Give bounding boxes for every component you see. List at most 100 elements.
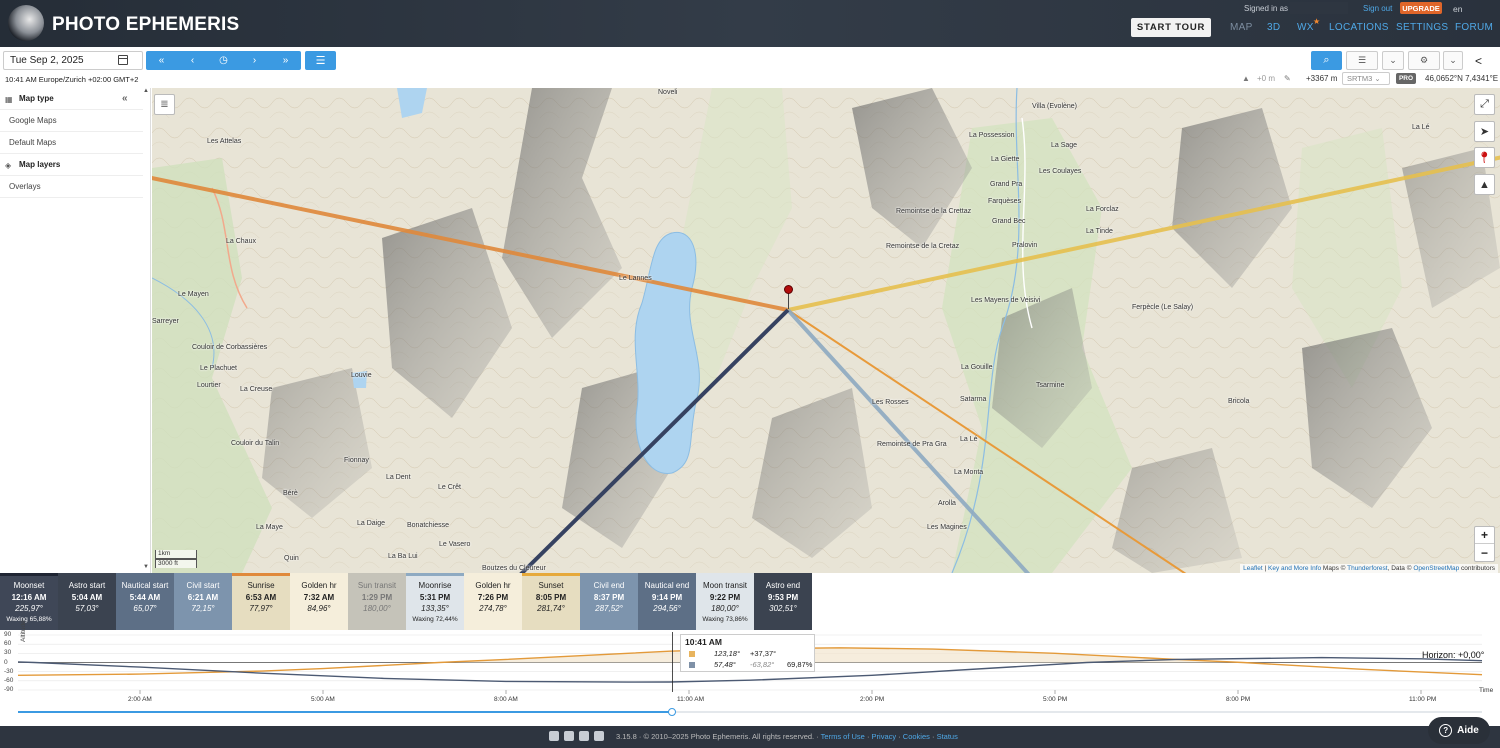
event-tile[interactable]: Moonset 12:16 AM 225,97° Waxing 65,88% xyxy=(0,573,58,630)
user-name[interactable] xyxy=(1290,2,1348,14)
event-tile[interactable]: Sunrise 6:53 AM 77,97° xyxy=(232,573,290,630)
thunderforest-link[interactable]: Thunderforest xyxy=(1347,565,1387,572)
zoom-in-button[interactable]: + xyxy=(1475,527,1494,544)
start-tour-button[interactable]: START TOUR xyxy=(1131,18,1211,37)
elevation-offset-icon[interactable]: ▲ xyxy=(1242,74,1250,83)
language-selector[interactable]: en xyxy=(1453,4,1462,14)
now-clock-button[interactable]: ◷ xyxy=(208,51,239,70)
place-label: Fionnay xyxy=(344,457,369,464)
event-tile[interactable]: Sunset 8:05 PM 281,74° xyxy=(522,573,580,630)
event-time: 12:16 AM xyxy=(11,592,47,602)
panel-map-type[interactable]: ▦ Map type « xyxy=(0,88,143,110)
next-day-button[interactable]: » xyxy=(270,51,301,70)
mastodon-icon[interactable] xyxy=(549,731,559,741)
place-label: Arolla xyxy=(938,500,956,507)
locate-arrow-icon[interactable]: ➤ xyxy=(1474,121,1495,142)
event-time: 5:31 PM xyxy=(419,592,451,602)
event-tile[interactable]: Golden hr 7:32 AM 84,96° xyxy=(290,573,348,630)
panel-default-maps[interactable]: Default Maps xyxy=(0,132,143,154)
place-label: La Gouille xyxy=(961,364,993,371)
search-button[interactable]: ⌕ xyxy=(1311,51,1342,70)
dem-source-label: SRTM3 xyxy=(1347,74,1373,83)
nav-locations[interactable]: LOCATIONS xyxy=(1329,22,1389,33)
x-tick-label: 5:00 PM xyxy=(1043,696,1068,703)
drop-pin-icon[interactable]: 📍︎ xyxy=(1474,147,1495,168)
place-label: La Maye xyxy=(256,524,283,531)
y-axis-label: Altitude xyxy=(20,620,27,642)
scroll-down-icon[interactable]: ▼ xyxy=(143,564,149,570)
event-tile[interactable]: Nautical end 9:14 PM 294,56° xyxy=(638,573,696,630)
settings-dropdown-chevron-icon[interactable]: ⌄ xyxy=(1443,51,1463,70)
location-pin-icon[interactable] xyxy=(784,285,793,294)
event-azimuth: 180,00° xyxy=(711,604,739,613)
cookies-link[interactable]: Cookies xyxy=(903,732,930,741)
nav-settings[interactable]: SETTINGS xyxy=(1396,22,1448,33)
privacy-link[interactable]: Privacy xyxy=(872,732,897,741)
event-name: Civil start xyxy=(186,581,220,590)
settings-gear-icon[interactable]: ⚙ xyxy=(1408,51,1440,70)
facebook-icon[interactable] xyxy=(564,731,574,741)
scale-metric: 1km xyxy=(155,550,197,559)
osm-link[interactable]: OpenStreetMap xyxy=(1413,565,1459,572)
calendar-icon[interactable] xyxy=(118,55,128,65)
event-tile[interactable]: Nautical start 5:44 AM 65,07° xyxy=(116,573,174,630)
help-label: Aide xyxy=(1457,725,1479,736)
collapse-panel-icon[interactable]: « xyxy=(122,93,128,104)
previous-day-button[interactable]: « xyxy=(146,51,177,70)
upgrade-button[interactable]: UPGRADE xyxy=(1400,2,1442,14)
event-tile[interactable]: Astro end 9:53 PM 302,51° xyxy=(754,573,812,630)
event-tile[interactable]: Civil end 8:37 PM 287,52° xyxy=(580,573,638,630)
y-tick-label: 90 xyxy=(4,631,12,638)
altitude-chart[interactable]: Altitude 90 60 30 0 -30 -60 -90 2:00 AM 5:00 AM… xyxy=(0,620,1500,720)
event-azimuth: 72,15° xyxy=(191,604,215,613)
sign-out-link[interactable]: Sign out xyxy=(1363,4,1392,13)
event-name: Nautical start xyxy=(121,581,169,590)
panel-google-maps[interactable]: Google Maps xyxy=(0,110,143,132)
nav-map[interactable]: MAP xyxy=(1230,22,1253,33)
edit-pencil-icon[interactable]: ✎ xyxy=(1284,74,1291,83)
chart-tooltip: 10:41 AM 123,18° +37,37° 57,48° -63,82° … xyxy=(680,634,815,672)
vimeo-icon[interactable] xyxy=(594,731,604,741)
status-link[interactable]: Status xyxy=(937,732,958,741)
fullscreen-icon[interactable]: ⤢ xyxy=(1474,94,1495,115)
event-time: 9:22 PM xyxy=(709,592,741,602)
help-button[interactable]: ? Aide xyxy=(1428,717,1490,744)
zoom-out-button[interactable]: − xyxy=(1475,544,1494,561)
event-tile[interactable]: Moonrise 5:31 PM 133,35° Waxing 72,44% xyxy=(406,573,464,630)
list-view-button[interactable]: ☰ xyxy=(305,51,336,70)
sun-swatch-icon xyxy=(689,651,695,657)
tooltip-moon-row: 57,48° -63,82° 69,87% xyxy=(681,660,814,671)
event-name: Sunset xyxy=(538,581,564,590)
leaflet-link[interactable]: Leaflet xyxy=(1243,565,1263,572)
nav-forum[interactable]: FORUM xyxy=(1455,22,1493,33)
terms-link[interactable]: Terms of Use xyxy=(821,732,865,741)
app-logo-icon[interactable] xyxy=(8,5,44,41)
previous-step-button[interactable]: ‹ xyxy=(177,51,208,70)
scroll-up-icon[interactable]: ▲ xyxy=(143,88,149,94)
key-info-link[interactable]: Key and More Info xyxy=(1268,565,1321,572)
place-label: La Sage xyxy=(1051,142,1078,149)
dem-source-select[interactable]: SRTM3 ⌄ xyxy=(1342,72,1390,85)
map-layers-button-icon[interactable]: ≣ xyxy=(154,94,175,115)
x-tick-label: 8:00 AM xyxy=(494,696,518,703)
nav-wx[interactable]: WX xyxy=(1297,22,1314,33)
event-name: Astro end xyxy=(765,581,801,590)
panel-overlays[interactable]: Overlays xyxy=(0,176,143,198)
event-tile[interactable]: Sun transit 1:29 PM 180,00° xyxy=(348,573,406,630)
layers-dropdown-chevron-icon[interactable]: ⌄ xyxy=(1382,51,1404,70)
layers-menu-button[interactable]: ☰ xyxy=(1346,51,1378,70)
x-tick-label: 5:00 AM xyxy=(311,696,335,703)
secondary-pin-icon[interactable]: ▲ xyxy=(1474,174,1495,195)
place-label: Couloir de Corbassières xyxy=(192,344,268,351)
event-tile[interactable]: Astro start 5:04 AM 57,03° xyxy=(58,573,116,630)
event-tile[interactable]: Moon transit 9:22 PM 180,00° Waxing 73,86% xyxy=(696,573,754,630)
nav-3d[interactable]: 3D xyxy=(1267,22,1280,33)
instagram-icon[interactable] xyxy=(579,731,589,741)
app-title[interactable]: PHOTO EPHEMERIS xyxy=(52,14,239,36)
map-view[interactable]: ≣ Noveli Villa (Evolène) La Lé La Posses… xyxy=(152,88,1500,573)
share-icon[interactable]: < xyxy=(1475,54,1482,68)
next-step-button[interactable]: › xyxy=(239,51,270,70)
panel-map-layers[interactable]: ◈ Map layers xyxy=(0,154,143,176)
event-tile[interactable]: Civil start 6:21 AM 72,15° xyxy=(174,573,232,630)
event-tile[interactable]: Golden hr 7:26 PM 274,78° xyxy=(464,573,522,630)
